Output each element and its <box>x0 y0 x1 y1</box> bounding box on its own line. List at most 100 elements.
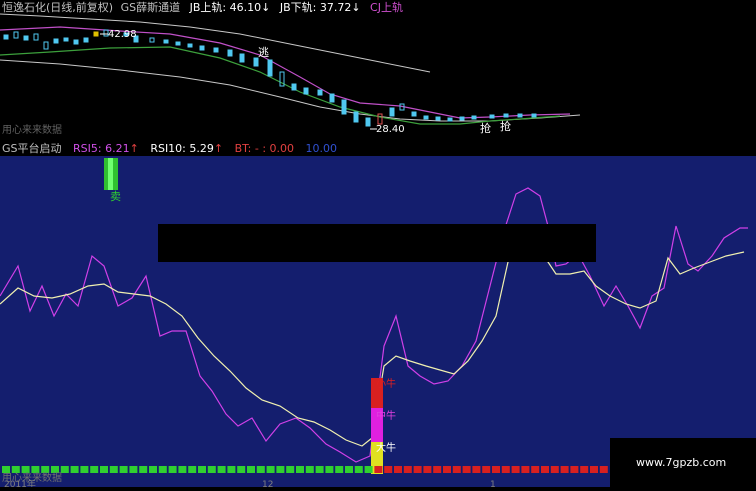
rsi10-label: RSI10: <box>150 142 186 155</box>
signal-square <box>374 466 383 473</box>
bull-big-label: 大牛 <box>376 441 396 454</box>
signal-square <box>443 466 451 473</box>
signal-square <box>325 466 334 473</box>
axis-label-month-12: 12 <box>262 480 273 487</box>
top-header: 恒逸石化(日线,前复权) GS薛斯通道 JB上轨: 46.10↓ JB下轨: 3… <box>2 1 403 14</box>
axis-label-year: 2011年 <box>4 478 36 487</box>
signal-square <box>492 466 500 473</box>
rsi10-arrow: ↑ <box>213 142 224 155</box>
rsi5-arrow: ↑ <box>129 142 139 155</box>
jb-upper-arrow: ↓ <box>261 1 271 14</box>
jb-lower-arrow: ↓ <box>351 1 361 14</box>
bt-value: - : 0.00 <box>254 142 295 155</box>
candlestick-series <box>3 29 537 127</box>
low-marker-label: 28.40 <box>376 124 405 135</box>
signal-square <box>60 466 69 473</box>
signal-square <box>394 466 402 473</box>
signal-square <box>2 466 10 473</box>
signal-square <box>521 466 530 473</box>
signal-square <box>21 466 30 473</box>
redaction-box <box>158 224 596 262</box>
watermark-box: www.7gpzb.com <box>610 438 756 487</box>
signal-square <box>90 466 99 473</box>
rsi10-value: 5.29 <box>189 142 214 155</box>
signal-square <box>345 466 353 473</box>
signal-square <box>403 466 412 473</box>
signal-tao-label: 逃 <box>258 46 269 59</box>
signal-square <box>168 466 177 473</box>
signal-square <box>158 466 167 473</box>
signal-square <box>51 466 59 473</box>
signal-square <box>472 466 481 473</box>
price-chart-panel[interactable]: 42.98 28.40 逃 抢 抢 用心来来数据 恒逸石化(日线,前复权) GS… <box>0 0 756 141</box>
signal-square <box>237 466 246 473</box>
signal-square <box>286 466 295 473</box>
bt-label: BT: <box>234 142 252 155</box>
signal-square <box>354 466 363 473</box>
indicator-header-bar: GS平台启动 RSI5: 6.21↑ RSI10: 5.29↑ BT: - : … <box>0 141 756 156</box>
rsi5-value: 6.21 <box>105 142 130 155</box>
signal-square <box>41 466 50 473</box>
indicator-name: GS薛斯通道 <box>120 1 181 14</box>
signal-square <box>227 466 236 473</box>
jb-upper-label: JB上轨: <box>189 1 227 14</box>
jb-lower-value: 37.72 <box>319 1 352 14</box>
level-value: 10.00 <box>305 142 338 155</box>
signal-qiang-label-2: 抢 <box>500 119 511 133</box>
signal-square <box>315 466 324 473</box>
signal-square <box>531 466 540 473</box>
watermark-text: www.7gpzb.com <box>636 456 727 469</box>
bull-small-label: 小牛 <box>376 377 396 390</box>
stock-title: 恒逸石化(日线,前复权) <box>2 1 114 14</box>
signal-square <box>266 466 275 473</box>
jb-upper-value: 46.10 <box>229 1 262 14</box>
axis-label-month-1: 1 <box>490 480 496 487</box>
bull-mid-label: 中牛 <box>376 409 396 422</box>
signal-square <box>80 466 89 473</box>
cj-upper-label: CJ上轨 <box>370 1 403 14</box>
sell-signal-label: 卖 <box>110 190 121 203</box>
signal-square <box>178 466 187 473</box>
bottom-indicator-name: GS平台启动 <box>2 142 62 155</box>
signal-square <box>550 466 559 473</box>
jb-lower-label: JB下轨: <box>279 1 317 14</box>
signal-square <box>560 466 569 473</box>
signal-square <box>129 466 138 473</box>
signal-square <box>100 466 108 473</box>
signal-square <box>256 466 265 473</box>
signal-square <box>119 466 128 473</box>
signal-square <box>188 466 197 473</box>
price-chart-svg: 42.98 28.40 逃 抢 抢 用心来来数据 <box>0 13 581 136</box>
signal-square <box>462 466 471 473</box>
signal-square <box>217 466 226 473</box>
signal-square <box>541 466 549 473</box>
signal-square <box>433 466 442 473</box>
signal-square <box>364 466 373 473</box>
high-marker-label: 42.98 <box>108 29 137 40</box>
signal-square <box>413 466 422 473</box>
bottom-header: GS平台启动 RSI5: 6.21↑ RSI10: 5.29↑ BT: - : … <box>2 142 337 155</box>
signal-square <box>31 466 40 473</box>
signal-square <box>11 466 20 473</box>
signal-qiang-label-1: 抢 <box>480 121 491 135</box>
signal-square <box>149 466 157 473</box>
upper-band-line <box>0 13 431 73</box>
signal-square <box>599 466 608 473</box>
signal-square <box>276 466 285 473</box>
signal-square <box>109 466 118 473</box>
signal-square <box>452 466 461 473</box>
signal-square-strip <box>2 466 608 473</box>
signal-square <box>570 466 579 473</box>
signal-square <box>501 466 510 473</box>
signal-square <box>305 466 314 473</box>
signal-square <box>482 466 491 473</box>
signal-square <box>70 466 79 473</box>
signal-square <box>139 466 148 473</box>
signal-square <box>423 466 432 473</box>
lower-band-line <box>0 59 581 122</box>
signal-square <box>335 466 344 473</box>
signal-square <box>511 466 520 473</box>
signal-square <box>207 466 216 473</box>
rsi5-label: RSI5: <box>73 142 102 155</box>
signal-square <box>247 466 255 473</box>
